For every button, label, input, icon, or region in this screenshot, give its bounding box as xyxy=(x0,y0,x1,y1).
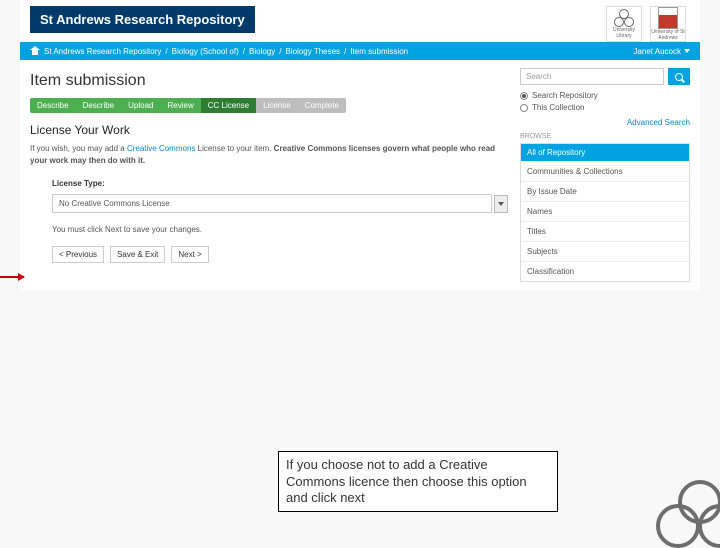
step-describe-1[interactable]: Describe xyxy=(30,98,76,113)
step-cc-license[interactable]: CC License xyxy=(201,98,256,113)
submission-steps: Describe Describe Upload Review CC Licen… xyxy=(30,98,346,113)
university-logo[interactable]: University of St Andrews xyxy=(650,6,686,42)
breadcrumb-bar: St Andrews Research Repository / Biology… xyxy=(20,42,700,60)
library-logo-label: University Library xyxy=(607,27,641,39)
browse-heading: BROWSE xyxy=(520,133,690,140)
step-license: License xyxy=(256,98,298,113)
breadcrumb: St Andrews Research Repository / Biology… xyxy=(30,46,408,56)
license-type-label: License Type: xyxy=(52,179,508,188)
step-describe-2[interactable]: Describe xyxy=(76,98,122,113)
home-icon[interactable] xyxy=(30,46,40,56)
browse-item-classification[interactable]: Classification xyxy=(521,261,689,281)
browse-item-names[interactable]: Names xyxy=(521,201,689,221)
nav-button-row: < Previous Save & Exit Next > xyxy=(52,246,508,263)
browse-item-subjects[interactable]: Subjects xyxy=(521,241,689,261)
intro-text: If you wish, you may add a Creative Comm… xyxy=(30,143,508,167)
browse-panel: All of Repository Communities & Collecti… xyxy=(520,143,690,282)
library-logo[interactable]: University Library xyxy=(606,6,642,42)
step-review[interactable]: Review xyxy=(161,98,201,113)
cc-link[interactable]: Creative Commons xyxy=(127,144,195,153)
step-complete: Complete xyxy=(298,98,346,113)
radio-icon xyxy=(520,92,528,100)
scope-collection[interactable]: This Collection xyxy=(520,103,690,112)
logo-group: University Library University of St Andr… xyxy=(606,6,690,42)
chevron-down-icon xyxy=(498,202,504,206)
chevron-down-icon xyxy=(684,49,690,53)
breadcrumb-item[interactable]: St Andrews Research Repository xyxy=(44,47,161,56)
next-button[interactable]: Next > xyxy=(171,246,208,263)
breadcrumb-item: Item submission xyxy=(350,47,408,56)
section-title: License Your Work xyxy=(30,123,508,137)
browse-panel-title[interactable]: All of Repository xyxy=(521,144,689,161)
site-brand: St Andrews Research Repository xyxy=(30,6,255,33)
breadcrumb-item[interactable]: Biology Theses xyxy=(286,47,341,56)
browse-item-communities[interactable]: Communities & Collections xyxy=(521,161,689,181)
select-dropdown-button[interactable] xyxy=(494,195,508,213)
search-input[interactable]: Search xyxy=(520,68,664,85)
step-upload[interactable]: Upload xyxy=(121,98,160,113)
browse-item-issue-date[interactable]: By Issue Date xyxy=(521,181,689,201)
sidebar: Search Search Repository This Collection… xyxy=(520,68,690,282)
radio-icon xyxy=(520,104,528,112)
user-menu[interactable]: Janet Aucock xyxy=(633,47,690,56)
save-exit-button[interactable]: Save & Exit xyxy=(110,246,165,263)
search-button[interactable] xyxy=(668,68,690,85)
breadcrumb-item[interactable]: Biology (School of) xyxy=(172,47,239,56)
advanced-search-link[interactable]: Advanced Search xyxy=(520,118,690,127)
annotation-arrow xyxy=(0,276,24,278)
previous-button[interactable]: < Previous xyxy=(52,246,104,263)
scope-repository[interactable]: Search Repository xyxy=(520,91,690,100)
browse-item-titles[interactable]: Titles xyxy=(521,221,689,241)
user-name: Janet Aucock xyxy=(633,47,681,56)
search-icon xyxy=(675,73,683,81)
page-title: Item submission xyxy=(30,72,508,90)
license-type-select[interactable]: No Creative Commons License xyxy=(52,194,492,213)
breadcrumb-item[interactable]: Biology xyxy=(249,47,275,56)
university-logo-label: University of St Andrews xyxy=(651,29,685,41)
license-type-value: No Creative Commons License xyxy=(59,199,170,208)
save-hint: You must click Next to save your changes… xyxy=(52,225,508,234)
main-content: Item submission Describe Describe Upload… xyxy=(30,68,508,282)
annotation-callout: If you choose not to add a Creative Comm… xyxy=(278,451,558,512)
